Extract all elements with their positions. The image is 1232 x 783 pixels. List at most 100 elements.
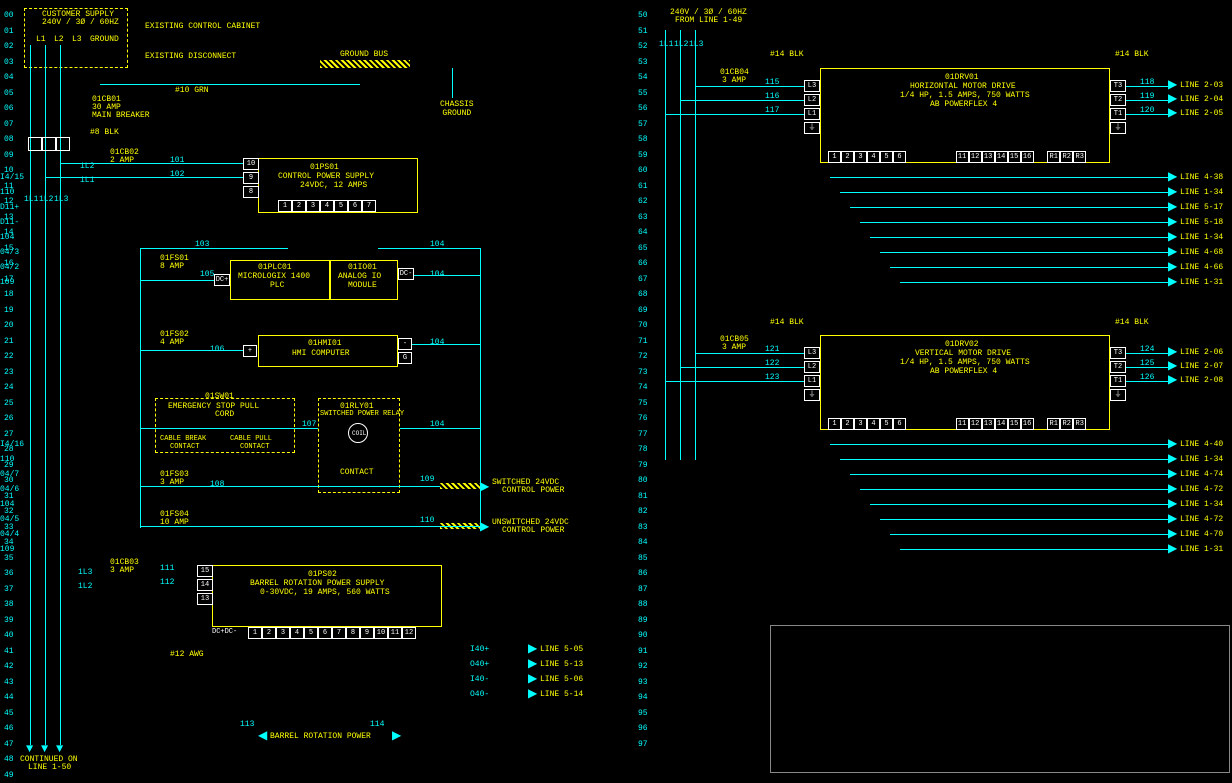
sig: 104 xyxy=(0,500,14,509)
ref: LINE 5-17 xyxy=(1180,203,1223,212)
ps02-sig1: O40+ xyxy=(470,660,489,669)
rly-contact: CONTACT xyxy=(340,468,374,477)
plc-name: MICROLOGIX 1400 xyxy=(238,272,310,281)
wire xyxy=(680,367,804,368)
r-blk1: #14 BLK xyxy=(770,50,804,59)
hmi-name: HMI COMPUTER xyxy=(292,349,350,358)
wire xyxy=(830,177,1168,178)
ref: LINE 4-70 xyxy=(1180,530,1223,539)
drv02-l2: L2 xyxy=(804,361,820,373)
wire xyxy=(60,163,243,164)
drv02-l1: L1 xyxy=(804,375,820,387)
wire xyxy=(140,280,214,281)
wire xyxy=(1126,114,1168,115)
drv01-t1: T1 xyxy=(1110,108,1126,120)
arrow-right-icon: ▶ xyxy=(528,671,537,686)
drv02-pe: ⏚ xyxy=(804,389,820,401)
plc-sub: PLC xyxy=(270,281,284,290)
arrow-right-icon: ▶ xyxy=(1168,344,1177,359)
drv01-model: AB POWERFLEX 4 xyxy=(930,100,997,109)
w105: 105 xyxy=(200,270,214,279)
sig: D11+ xyxy=(0,203,19,212)
arrow-down-icon: ▼ xyxy=(26,742,33,756)
wire xyxy=(840,192,1168,193)
ps01-name: CONTROL POWER SUPPLY xyxy=(278,172,374,181)
wire xyxy=(880,252,1168,253)
drv01-terms: 123456 111213141516 R1R2R3 xyxy=(828,151,1086,163)
wire xyxy=(1126,367,1168,368)
wire xyxy=(140,526,480,527)
drv01-lo2: LINE 2-05 xyxy=(1180,109,1223,118)
wire xyxy=(140,486,440,487)
wire xyxy=(860,222,1168,223)
w110: 110 xyxy=(420,516,434,525)
arrow-right-icon: ▶ xyxy=(1168,466,1177,481)
phase-l2: L2 xyxy=(54,35,64,44)
wire xyxy=(890,267,1168,268)
chassis-line xyxy=(452,68,453,98)
wire xyxy=(1126,86,1168,87)
ref: LINE 1-34 xyxy=(1180,188,1223,197)
phase-l3: L3 xyxy=(72,35,82,44)
ref: LINE 1-34 xyxy=(1180,455,1223,464)
drv01-cb-amp: 3 AMP xyxy=(722,76,746,85)
brp-label: BARREL ROTATION POWER xyxy=(270,732,371,741)
w114: 114 xyxy=(370,720,384,729)
wire xyxy=(695,353,804,354)
wire xyxy=(665,381,804,382)
arrow-right-icon: ▶ xyxy=(1168,214,1177,229)
arrow-right-icon: ▶ xyxy=(1168,184,1177,199)
arrow-right-icon: ▶ xyxy=(1168,526,1177,541)
ps01-in-9: 9 xyxy=(243,172,259,184)
ref: LINE 4-74 xyxy=(1180,470,1223,479)
existing-disconnect-label: EXISTING DISCONNECT xyxy=(145,52,236,61)
rbus-l1 xyxy=(665,30,666,460)
ref: LINE 1-34 xyxy=(1180,500,1223,509)
arrow-right-icon: ▶ xyxy=(1168,358,1177,373)
ps02-spec: 0-30VDC, 19 AMPS, 560 WATTS xyxy=(260,588,390,597)
wire xyxy=(400,428,480,429)
estop-sw: 01SW01 xyxy=(205,392,234,401)
r-1l1: 1L1 xyxy=(659,40,673,49)
ps02-out-terms: 123456789101112 xyxy=(248,627,416,639)
ref: LINE 4-72 xyxy=(1180,515,1223,524)
drv01-pe2: ⏚ xyxy=(1110,122,1126,134)
ground-bus-label: GROUND BUS xyxy=(340,50,388,59)
wire xyxy=(378,248,481,249)
wire xyxy=(1126,381,1168,382)
phase-ground: GROUND xyxy=(90,35,119,44)
ps02-in-14: 14 xyxy=(197,579,213,591)
arrow-right-icon: ▶ xyxy=(1168,169,1177,184)
ps02-ref2: LINE 5-06 xyxy=(540,675,583,684)
hmi-minus: - xyxy=(398,338,412,350)
ps02-sig0: I40+ xyxy=(470,645,489,654)
phase-l1: L1 xyxy=(36,35,46,44)
bus-label-1l3: 1L3 xyxy=(54,195,68,204)
wire xyxy=(665,114,804,115)
ps02-sig3: O40- xyxy=(470,690,489,699)
wire xyxy=(870,237,1168,238)
drv01-l3: L3 xyxy=(804,80,820,92)
drv01-name: HORIZONTAL MOTOR DRIVE xyxy=(910,82,1016,91)
ref: LINE 4-66 xyxy=(1180,263,1223,272)
wire xyxy=(830,444,1168,445)
ground-wire xyxy=(100,84,360,85)
estop-c2: CABLE PULL xyxy=(230,435,272,443)
wire xyxy=(880,519,1168,520)
wire xyxy=(1126,353,1168,354)
sig: 04/5 xyxy=(0,515,19,524)
sig: 04/3 xyxy=(0,248,19,257)
ps02-in-13: 13 xyxy=(197,593,213,605)
drv02-t1: T1 xyxy=(1110,375,1126,387)
sig: 04/6 xyxy=(0,485,19,494)
estop-contact1: CONTACT xyxy=(170,443,199,451)
continued-on-line: LINE 1-50 xyxy=(28,763,71,772)
drv02-cb-amp: 3 AMP xyxy=(722,343,746,352)
rbus-l2 xyxy=(680,30,681,460)
wire xyxy=(840,459,1168,460)
ps01-in-8: 8 xyxy=(243,186,259,198)
arrow-right-icon: ▶ xyxy=(1168,451,1177,466)
hmi-g: G xyxy=(398,352,412,364)
sig: 109 xyxy=(0,278,14,287)
estop-name: EMERGENCY STOP PULL xyxy=(168,402,259,411)
